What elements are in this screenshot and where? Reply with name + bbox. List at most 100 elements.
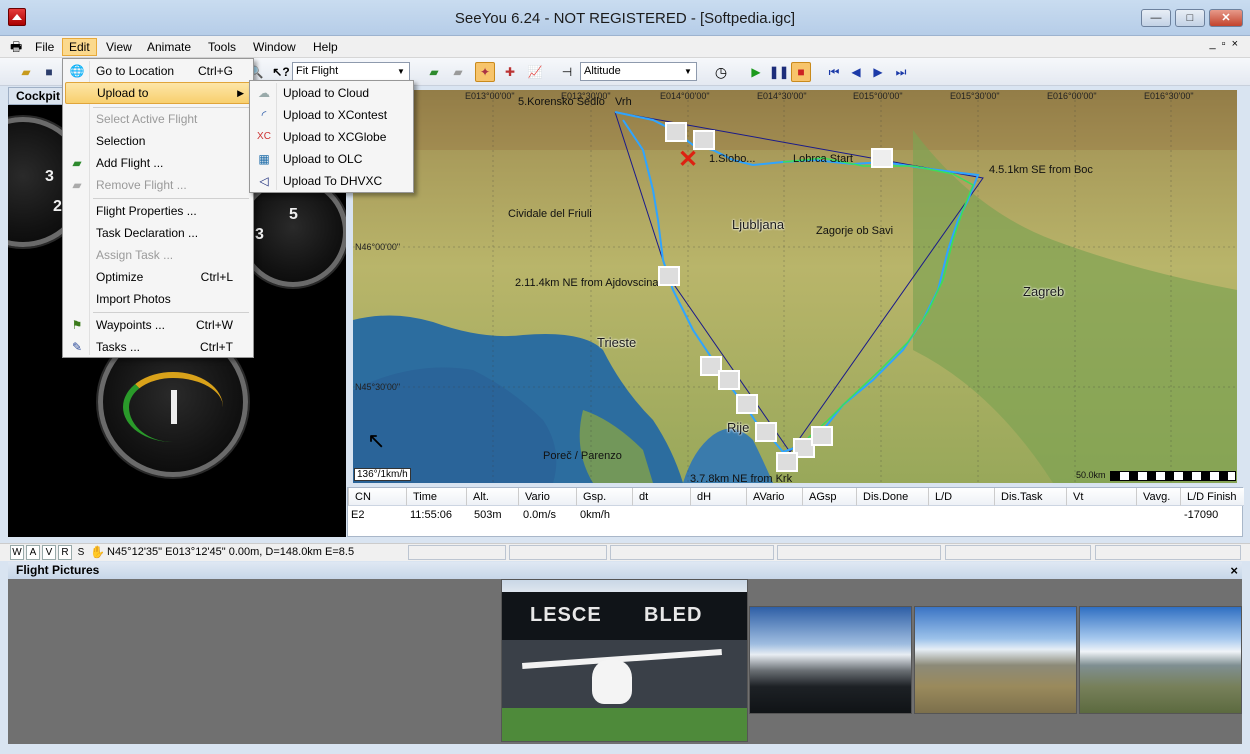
menu-item-label: Upload to (97, 86, 149, 100)
minimize-button[interactable]: — (1141, 9, 1171, 27)
document-icon[interactable]: 🖶 (10, 38, 28, 56)
column-header[interactable]: Vario (518, 488, 576, 506)
cockpit-tab[interactable]: Cockpit (8, 87, 63, 105)
hangar-sign: LESCE BLED (502, 592, 747, 640)
column-header[interactable]: Alt. (466, 488, 518, 506)
photo-marker-icon[interactable] (811, 426, 833, 446)
help-cursor-icon[interactable]: ↖? (271, 62, 291, 82)
photo-landscape-view[interactable] (1079, 606, 1242, 714)
menu-window[interactable]: Window (247, 38, 302, 56)
photo-marker-icon[interactable] (693, 130, 715, 150)
last-frame-icon[interactable]: ⏭ (891, 62, 911, 82)
photo-marker-icon[interactable] (658, 266, 680, 286)
column-header[interactable]: dt (632, 488, 690, 506)
table-cell: 0km/h (580, 509, 610, 521)
next-frame-icon[interactable]: ▶ (868, 62, 888, 82)
flight-pictures-close-button[interactable]: × (1230, 562, 1238, 579)
status-button-w[interactable]: W (10, 545, 24, 560)
menu-item-upload-cloud[interactable]: ☁ Upload to Cloud (252, 82, 411, 104)
map-view[interactable]: E013°00'00" E013°30'00" E014°00'00" E014… (353, 90, 1237, 483)
menu-item-tasks[interactable]: ✎ Tasks ... Ctrl+T (65, 336, 251, 358)
column-header[interactable]: Dis.Done (856, 488, 928, 506)
column-header[interactable]: Time (406, 488, 466, 506)
maximize-button[interactable]: □ (1175, 9, 1205, 27)
coordinates-readout: N45°12'35" E013°12'45" 0.00m, D=148.0km … (107, 546, 355, 558)
close-button[interactable]: ✕ (1209, 9, 1243, 27)
mdi-restore-button[interactable]: ▫ (1222, 38, 1232, 50)
column-header[interactable]: Vavg. (1136, 488, 1180, 506)
menu-item-add-flight[interactable]: ▰ Add Flight ... (65, 152, 251, 174)
column-header[interactable]: L/D (928, 488, 994, 506)
altitude-combo[interactable]: Altitude ▼ (580, 62, 697, 81)
clock-icon[interactable]: ◷ (711, 62, 731, 82)
photo-marker-icon[interactable] (755, 422, 777, 442)
photo-marker-icon[interactable] (718, 370, 740, 390)
graph-settings-icon[interactable]: ⊣ (557, 62, 577, 82)
status-button-a[interactable]: A (26, 545, 40, 560)
menu-item-upload-dhvxc[interactable]: ◁ Upload To DHVXC (252, 170, 411, 192)
city-label: Rije (727, 420, 750, 435)
menu-help[interactable]: Help (307, 38, 344, 56)
column-header[interactable]: dH (690, 488, 746, 506)
add-flight-icon[interactable]: ▰ (424, 62, 444, 82)
mdi-close-button[interactable]: × (1232, 38, 1244, 50)
save-icon[interactable]: ■ (39, 62, 59, 82)
map-terrain-icon[interactable]: ✦ (475, 62, 495, 82)
status-field (509, 545, 607, 560)
menu-item-task-declaration[interactable]: Task Declaration ... (65, 222, 251, 244)
photo-marker-icon[interactable] (871, 148, 893, 168)
photo-cockpit-view[interactable] (749, 606, 912, 714)
menu-item-select-active-flight[interactable]: Select Active Flight (65, 108, 251, 130)
menu-item-upload-xcontest[interactable]: ◜ Upload to XContest (252, 104, 411, 126)
photo-hangar[interactable]: LESCE BLED (501, 579, 748, 742)
open-folder-icon[interactable]: ▰ (16, 62, 36, 82)
city-label: Ljubljana (732, 217, 785, 232)
dhvxc-icon: ◁ (259, 174, 269, 188)
photo-aerial-view[interactable] (914, 606, 1077, 714)
menu-item-upload-olc[interactable]: ▦ Upload to OLC (252, 148, 411, 170)
photo-marker-icon[interactable] (665, 122, 687, 142)
menu-item-import-photos[interactable]: Import Photos (65, 288, 251, 310)
add-flight-icon: ▰ (72, 156, 82, 170)
hand-icon[interactable]: ✋ (90, 545, 105, 559)
column-header[interactable]: AVario (746, 488, 802, 506)
photo-marker-icon[interactable] (776, 452, 798, 472)
menu-item-optimize[interactable]: Optimize Ctrl+L (65, 266, 251, 288)
menu-item-waypoints[interactable]: ⚑ Waypoints ... Ctrl+W (65, 314, 251, 336)
turnpoint-label: Lobrca Start (793, 153, 853, 165)
map-layers-icon[interactable]: ✚ (500, 62, 520, 82)
stop-icon[interactable]: ■ (791, 62, 811, 82)
prev-frame-icon[interactable]: ◀ (846, 62, 866, 82)
menu-item-upload-to[interactable]: Upload to ▶ (65, 82, 251, 104)
pause-icon[interactable]: ❚❚ (769, 62, 789, 82)
column-header[interactable]: Gsp. (576, 488, 632, 506)
menu-tools[interactable]: Tools (202, 38, 242, 56)
menu-edit[interactable]: Edit (62, 38, 97, 56)
column-header[interactable]: AGsp (802, 488, 856, 506)
menu-item-assign-task[interactable]: Assign Task ... (65, 244, 251, 266)
column-header[interactable]: Dis.Task (994, 488, 1066, 506)
menu-item-upload-xcglobe[interactable]: XC Upload to XCGlobe (252, 126, 411, 148)
mdi-minimize-button[interactable]: _ (1210, 38, 1222, 50)
status-button-r[interactable]: R (58, 545, 72, 560)
menu-item-flight-properties[interactable]: Flight Properties ... (65, 200, 251, 222)
column-header[interactable]: CN (348, 488, 406, 506)
status-button-v[interactable]: V (42, 545, 56, 560)
menu-item-label: Tasks ... (96, 340, 141, 354)
menu-item-selection[interactable]: Selection (65, 130, 251, 152)
menu-item-remove-flight[interactable]: ▰ Remove Flight ... (65, 174, 251, 196)
first-frame-icon[interactable]: ⏮ (824, 62, 844, 82)
status-field (945, 545, 1091, 560)
remove-flight-icon[interactable]: ▰ (448, 62, 468, 82)
column-header[interactable]: Vt (1066, 488, 1136, 506)
menu-item-go-to-location[interactable]: 🌐 Go to Location Ctrl+G (65, 60, 251, 82)
menu-file[interactable]: File (29, 38, 60, 56)
menu-view[interactable]: View (100, 38, 138, 56)
graph-icon[interactable]: 📈 (525, 62, 545, 82)
play-icon[interactable]: ▶ (746, 62, 766, 82)
column-header[interactable]: L/D Finish (1180, 488, 1244, 506)
fit-combo[interactable]: Fit Flight ▼ (292, 62, 410, 81)
menu-animate[interactable]: Animate (141, 38, 197, 56)
status-button-s[interactable]: S (74, 545, 88, 560)
photo-marker-icon[interactable] (736, 394, 758, 414)
